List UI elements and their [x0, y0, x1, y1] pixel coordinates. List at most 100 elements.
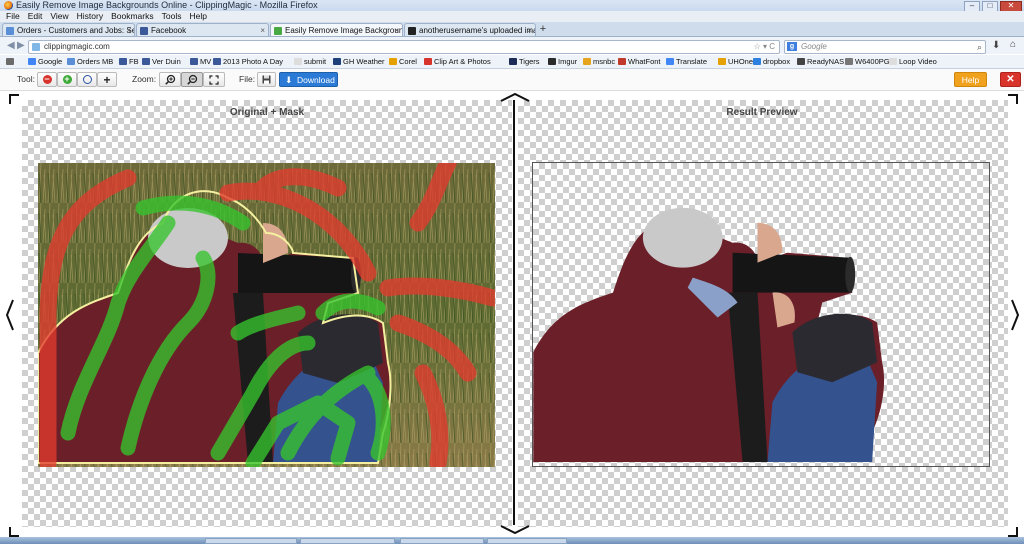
url-bar-icons[interactable]: ☆ ▾ C — [754, 41, 775, 53]
bookmark-label: GH Weather — [343, 57, 385, 66]
menu-bookmarks[interactable]: Bookmarks — [111, 11, 154, 22]
left-pane-title: Original + Mask — [229, 107, 305, 118]
bookmark-favicon — [753, 58, 761, 65]
bookmark-favicon — [67, 58, 75, 65]
search-icon[interactable]: ⌕ — [977, 41, 982, 53]
taskbar-item[interactable] — [300, 538, 395, 544]
bookmark-item[interactable] — [6, 55, 16, 68]
zoom-in-button[interactable] — [159, 72, 181, 87]
help-button[interactable]: Help — [954, 72, 987, 87]
download-arrow-icon: ⬇ — [285, 75, 293, 85]
google-search-engine-icon[interactable]: g — [787, 42, 797, 51]
menu-view[interactable]: View — [50, 11, 68, 22]
tab-close-icon[interactable]: × — [527, 24, 532, 36]
remove-tool-button[interactable]: − — [37, 72, 57, 87]
floppy-disk-icon — [262, 75, 271, 84]
add-point-tool-button[interactable]: + — [97, 72, 117, 87]
tab-close-icon[interactable]: × — [260, 24, 265, 36]
bookmark-label: UHOne — [728, 57, 754, 66]
menu-help[interactable]: Help — [189, 11, 206, 22]
menu-file[interactable]: File — [6, 11, 20, 22]
tab-clippingmagic[interactable]: Easily Remove Image Backgrounds O... × — [270, 23, 403, 36]
tab-uploaded-images[interactable]: anotherusername's uploaded images ... × — [404, 23, 536, 36]
bookmark-label: Corel — [399, 57, 417, 66]
file-label: File: — [239, 74, 256, 84]
previous-arrow-icon[interactable] — [5, 298, 15, 332]
bookmark-item[interactable]: Ver Duin — [142, 55, 181, 68]
download-button[interactable]: ⬇ Download — [279, 72, 338, 87]
os-taskbar — [0, 537, 1024, 544]
forward-arrow-icon[interactable]: ▶ — [17, 40, 25, 51]
bookmark-item[interactable]: submit — [294, 55, 326, 68]
save-button[interactable] — [257, 72, 276, 87]
bookmark-favicon — [294, 58, 302, 65]
bookmark-item[interactable]: ReadyNAS — [797, 55, 844, 68]
window-title: Easily Remove Image Backgrounds Online -… — [16, 0, 318, 10]
bookmark-item[interactable]: Tigers — [509, 55, 540, 68]
bookmark-item[interactable]: Imgur — [548, 55, 577, 68]
bookmark-item[interactable]: 2013 Photo A Day — [213, 55, 283, 68]
url-bar[interactable]: clippingmagic.com ☆ ▾ C — [28, 40, 780, 54]
zoom-out-icon — [186, 74, 197, 85]
app-toolbar: Tool: − + + Zoom: File: ⬇ Download — [0, 69, 1024, 91]
tab-facebook[interactable]: Facebook × — [136, 23, 269, 36]
bookmark-label: MV — [200, 57, 212, 66]
tab-orders[interactable]: Orders - Customers and Jobs: Select ... … — [2, 23, 135, 36]
plus-icon: + — [103, 72, 111, 87]
taskbar-item[interactable] — [205, 538, 297, 544]
plus-circle-icon: + — [62, 74, 72, 84]
bookmark-item[interactable]: msnbc — [583, 55, 615, 68]
tab-close-icon[interactable]: × — [394, 24, 399, 36]
menu-history[interactable]: History — [77, 11, 103, 22]
bookmark-item[interactable]: Google — [28, 55, 62, 68]
bookmark-item[interactable]: FB — [119, 55, 139, 68]
taskbar-item[interactable] — [400, 538, 484, 544]
zoom-in-icon — [164, 74, 175, 85]
bookmark-item[interactable]: Corel — [389, 55, 417, 68]
zoom-out-button[interactable] — [181, 72, 203, 87]
downloads-icon[interactable]: ⬇ — [992, 40, 1000, 51]
bookmark-item[interactable]: Translate — [666, 55, 707, 68]
result-preview-frame — [532, 162, 990, 467]
keep-tool-button[interactable]: + — [57, 72, 77, 87]
bookmark-item[interactable]: dropbox — [753, 55, 790, 68]
next-arrow-icon[interactable] — [1010, 298, 1020, 332]
cutout-result-image — [533, 207, 885, 463]
bookmark-favicon — [509, 58, 517, 65]
bookmark-favicon — [618, 58, 626, 65]
ring-tool-button[interactable] — [77, 72, 97, 87]
tab-close-icon[interactable]: × — [126, 24, 131, 36]
tab-label: Orders - Customers and Jobs: Select ... — [17, 26, 134, 35]
bookmark-item[interactable]: Clip Art & Photos — [424, 55, 491, 68]
back-arrow-icon[interactable]: ◀ — [7, 40, 15, 51]
bookmark-item[interactable]: WhatFont — [618, 55, 661, 68]
tab-favicon — [408, 27, 416, 35]
bookmark-item[interactable]: Orders MB — [67, 55, 113, 68]
taskbar-item[interactable] — [487, 538, 567, 544]
close-editor-button[interactable]: ✕ — [1000, 72, 1021, 87]
bookmark-item[interactable]: UHOne — [718, 55, 753, 68]
window-controls: – □ ✕ — [964, 0, 1022, 12]
expand-up-icon[interactable] — [499, 92, 531, 102]
search-input[interactable]: g Google ⌕ — [784, 40, 986, 54]
new-tab-button[interactable]: + — [537, 23, 549, 35]
search-placeholder: Google — [801, 42, 827, 51]
bookmark-item[interactable]: Loop Video — [889, 55, 937, 68]
bookmark-label: ReadyNAS — [807, 57, 845, 66]
original-photo-with-mask[interactable] — [38, 163, 495, 467]
top-left-corner-mark — [9, 94, 19, 104]
bookmark-item[interactable]: GH Weather — [333, 55, 385, 68]
right-pane-title: Result Preview — [726, 107, 798, 118]
home-icon[interactable]: ⌂ — [1010, 39, 1016, 50]
bookmark-item[interactable]: W6400PG — [845, 55, 890, 68]
fit-screen-button[interactable] — [203, 72, 225, 87]
expand-down-icon[interactable] — [499, 525, 531, 535]
bookmark-favicon — [28, 58, 36, 65]
menu-edit[interactable]: Edit — [28, 11, 43, 22]
bookmark-favicon — [389, 58, 397, 65]
tab-favicon — [6, 27, 14, 35]
pane-divider[interactable] — [513, 100, 515, 525]
bookmark-label: dropbox — [763, 57, 791, 66]
menu-tools[interactable]: Tools — [162, 11, 182, 22]
bookmark-item[interactable]: MV — [190, 55, 211, 68]
